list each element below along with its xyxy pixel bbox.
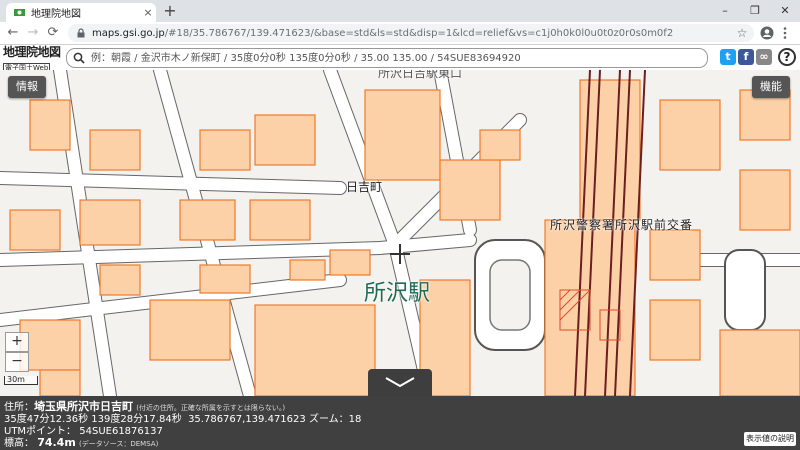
tab-close-icon[interactable]: × — [140, 6, 156, 19]
map-label-top: 所沢日吉駅東口 — [378, 70, 463, 80]
zoom-value: 18 — [348, 414, 362, 425]
decimal-coords: 35.786767,139.471623 — [188, 414, 306, 425]
close-window-button[interactable]: ✕ — [770, 0, 800, 22]
search-icon — [73, 52, 85, 64]
info-menu-button[interactable]: 情報 — [8, 76, 46, 98]
map-graphics — [0, 70, 800, 396]
search-box — [66, 48, 708, 68]
info-panel: 住所：埼玉県所沢市日吉町 (付近の住所。正確な所属を示すとは限らない。) 35度… — [0, 396, 800, 450]
browser-tabbar: 地理院地図 × + – ❐ ✕ — [0, 0, 800, 22]
map-crosshair — [390, 244, 410, 264]
account-icon[interactable] — [760, 26, 774, 40]
function-menu-button[interactable]: 機能 — [752, 76, 790, 98]
scale-bar: 30m — [4, 376, 38, 385]
lock-icon — [77, 28, 85, 38]
site-header: 地理院地図 電子国土Web t f ∞ ? — [0, 45, 800, 73]
restore-button[interactable]: ❐ — [740, 0, 770, 22]
twitter-share-icon[interactable]: t — [720, 49, 736, 65]
url-host: maps.gsi.go.jp — [92, 27, 165, 39]
tab-title: 地理院地図 — [31, 9, 81, 20]
menu-dots-icon[interactable] — [782, 26, 788, 40]
new-tab-button[interactable]: + — [161, 2, 179, 20]
search-input[interactable] — [89, 51, 707, 65]
map-label-town: 日吉町 — [346, 180, 383, 194]
elevation-label: 標高： — [4, 438, 34, 449]
value-explanation-button[interactable]: 表示値の説明 — [744, 432, 796, 446]
logo-main-text: 地理院地図 — [3, 45, 61, 59]
reload-button[interactable]: ⟳ — [44, 24, 62, 42]
bookmark-star-icon[interactable]: ☆ — [734, 26, 750, 40]
info-panel-toggle[interactable] — [368, 369, 432, 396]
zoom-in-button[interactable]: + — [5, 332, 29, 352]
address-bar[interactable]: maps.gsi.go.jp/#18/35.786767/139.471623/… — [68, 24, 754, 42]
elevation-source: (データソース：DEMSA) — [78, 440, 159, 448]
zoom-label: ズーム： — [308, 414, 349, 425]
url-path: /#18/35.786767/139.471623/&base=std&ls=s… — [164, 27, 674, 39]
forward-button[interactable]: → — [24, 24, 42, 42]
facebook-share-icon[interactable]: f — [738, 49, 754, 65]
url-text: maps.gsi.go.jp/#18/35.786767/139.471623/… — [92, 28, 734, 39]
gsi-favicon-icon — [14, 9, 25, 16]
gsi-logo[interactable]: 地理院地図 電子国土Web — [3, 45, 63, 73]
map-label-police: 所沢警察署所沢駅前交番 — [550, 218, 694, 232]
chevron-down-icon — [385, 377, 415, 388]
elevation-value: 74.4m — [37, 436, 76, 449]
browser-toolbar: ← → ⟳ maps.gsi.go.jp/#18/35.786767/139.4… — [0, 22, 800, 45]
elevation-row: 標高： 74.4m (データソース：DEMSA) — [4, 434, 158, 449]
link-share-icon[interactable]: ∞ — [756, 49, 772, 65]
map-canvas[interactable]: 情報 機能 所沢日吉駅東口 日吉町 所沢警察署所沢駅前交番 所沢駅 + − 30… — [0, 70, 800, 396]
back-button[interactable]: ← — [4, 24, 22, 42]
help-icon[interactable]: ? — [778, 48, 796, 66]
map-label-station: 所沢駅 — [364, 281, 431, 306]
browser-tab[interactable]: 地理院地図 × — [6, 3, 156, 22]
zoom-out-button[interactable]: − — [5, 352, 29, 372]
minimize-button[interactable]: – — [710, 0, 740, 22]
